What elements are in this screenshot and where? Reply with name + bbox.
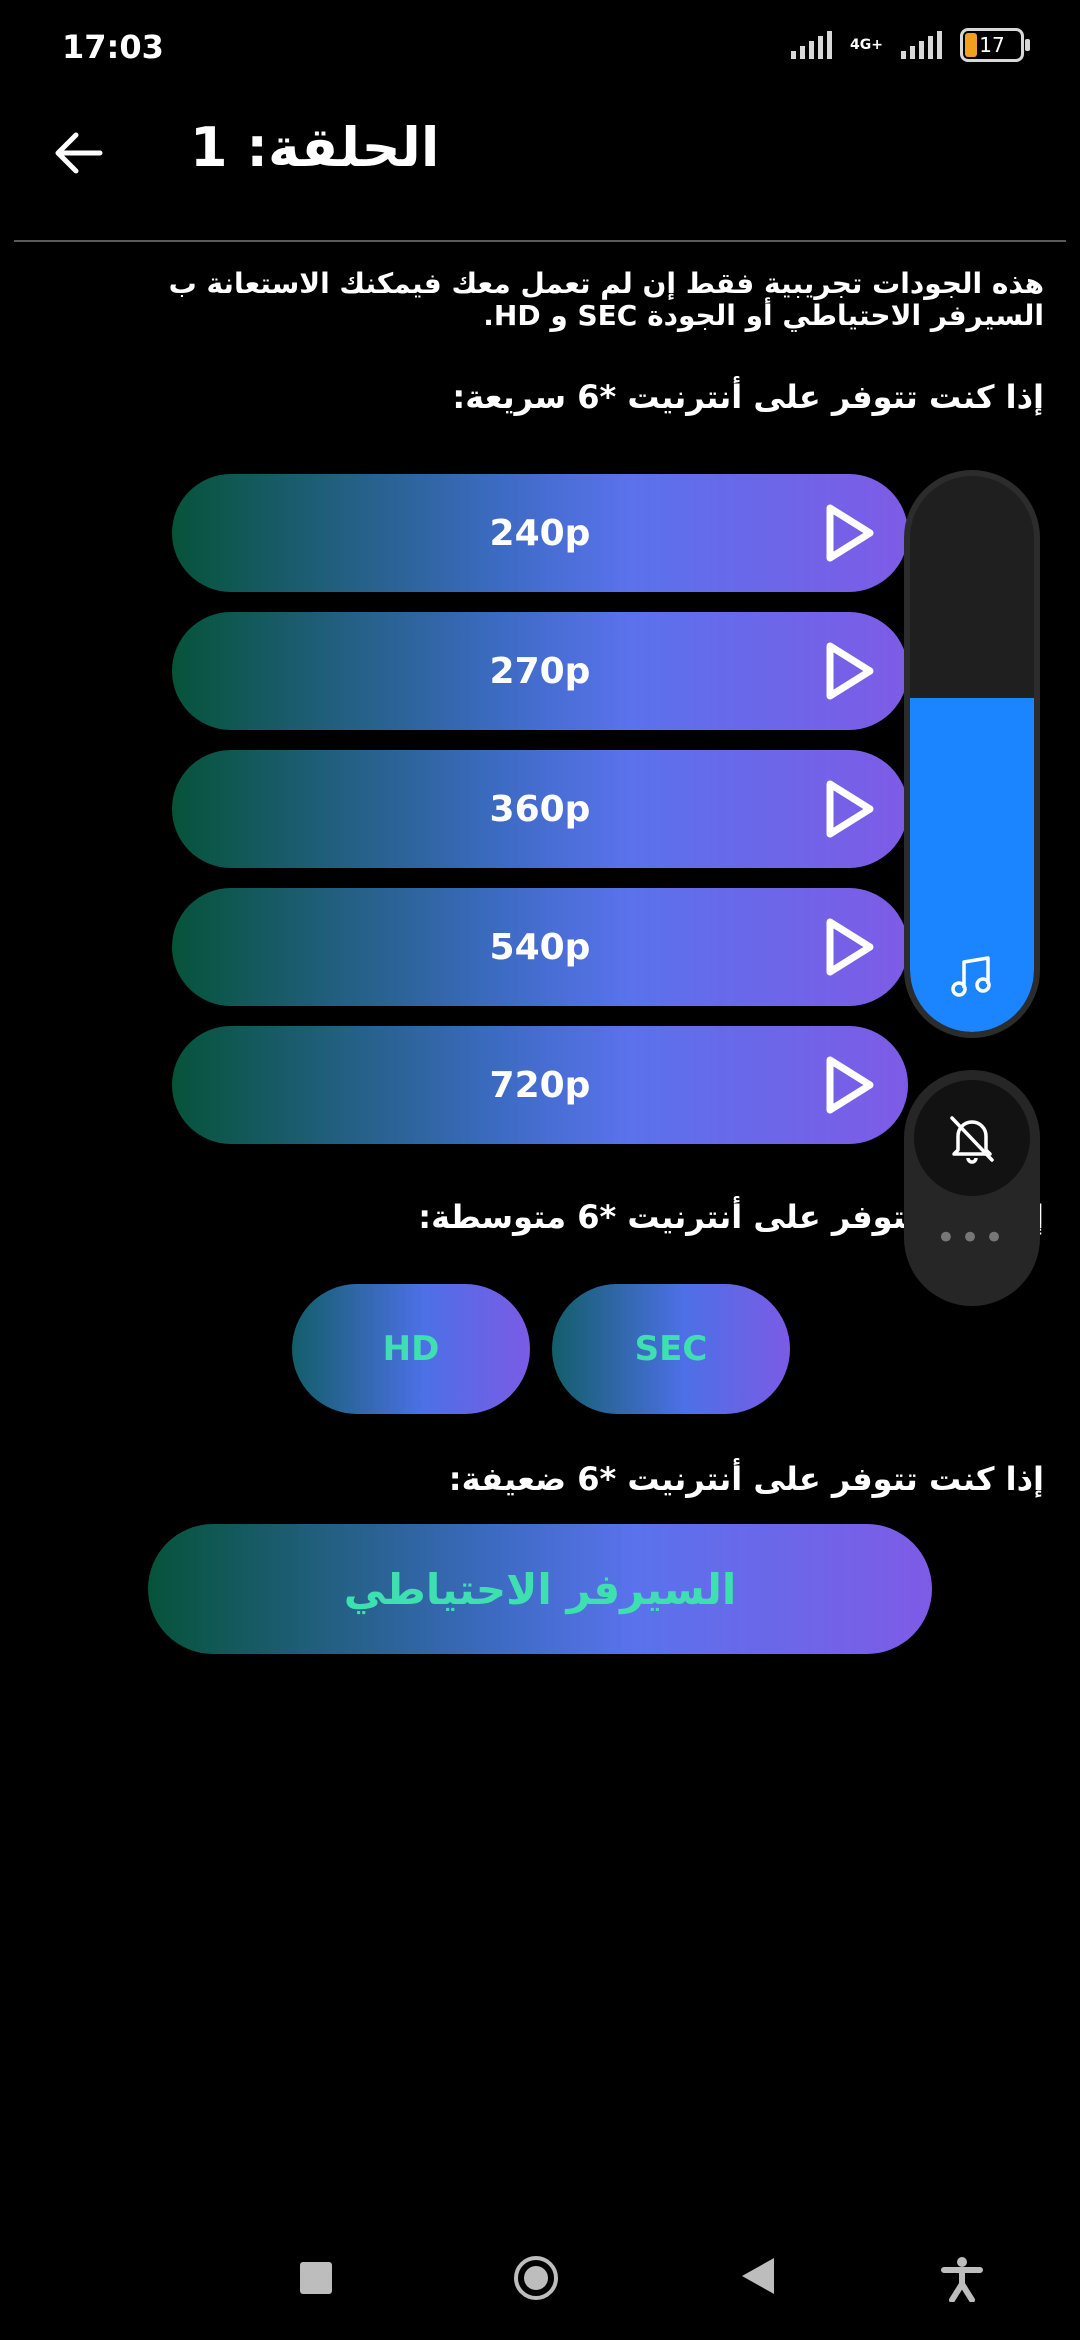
section-slow-label: إذا كنت تتوفر على أنترنيت *6 ضعيفة: <box>448 1460 1044 1498</box>
quality-label: 240p <box>489 512 591 554</box>
home-button[interactable] <box>514 2256 558 2300</box>
quality-button-720p[interactable]: 720p <box>172 1026 908 1144</box>
play-icon <box>826 642 874 700</box>
quality-button-540p[interactable]: 540p <box>172 888 908 1006</box>
status-time: 17:03 <box>62 28 164 66</box>
ringer-panel: ••• <box>904 1070 1040 1306</box>
play-icon <box>826 780 874 838</box>
header-divider <box>14 240 1066 242</box>
play-icon <box>826 504 874 562</box>
section-fast-label: إذا كنت تتوفر على أنترنيت *6 سريعة: <box>452 378 1044 416</box>
quality-label: 540p <box>489 926 591 968</box>
battery-icon: 17 <box>960 28 1030 62</box>
hd-button[interactable]: HD <box>292 1284 530 1414</box>
music-note-icon <box>951 956 991 997</box>
backup-server-button[interactable]: السيرفر الاحتياطي <box>148 1524 932 1654</box>
quality-button-360p[interactable]: 360p <box>172 750 908 868</box>
recents-button[interactable] <box>300 2262 332 2294</box>
back-button[interactable] <box>742 2258 774 2294</box>
sec-button[interactable]: SEC <box>552 1284 790 1414</box>
more-options-icon[interactable]: ••• <box>904 1218 1040 1258</box>
bell-off-icon <box>950 1116 994 1164</box>
notice-text: هذه الجودات تجريبية فقط إن لم تعمل معك ف… <box>168 267 1044 332</box>
back-arrow-icon[interactable] <box>50 125 106 181</box>
quality-button-270p[interactable]: 270p <box>172 612 908 730</box>
quality-button-240p[interactable]: 240p <box>172 474 908 592</box>
status-icons: 4G+ 17 <box>791 28 1030 62</box>
play-icon <box>826 918 874 976</box>
accessibility-icon[interactable] <box>938 2254 986 2302</box>
volume-slider[interactable] <box>904 470 1040 1038</box>
battery-level: 17 <box>979 33 1005 57</box>
page-title: الحلقة: 1 <box>190 116 440 179</box>
signal-icon-2 <box>901 31 942 59</box>
network-type: 4G+ <box>850 37 883 53</box>
quality-label: 720p <box>489 1064 591 1106</box>
quality-label: 270p <box>489 650 591 692</box>
play-icon <box>826 1056 874 1114</box>
signal-icon <box>791 31 833 59</box>
quality-label: 360p <box>489 788 591 830</box>
